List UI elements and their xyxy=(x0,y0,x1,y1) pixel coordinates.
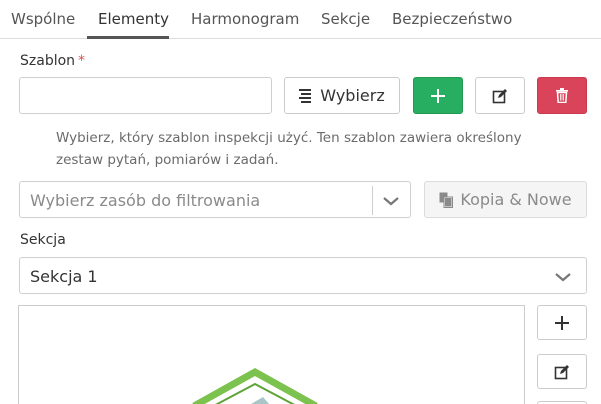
section-select[interactable]: Sekcja 1 xyxy=(19,257,587,294)
list-icon xyxy=(299,88,313,104)
add-item-button[interactable] xyxy=(537,305,587,340)
chevron-down-icon[interactable] xyxy=(382,193,400,207)
add-template-button[interactable] xyxy=(413,77,463,114)
diamond-shape-icon xyxy=(192,367,318,404)
section-select-value: Sekcja 1 xyxy=(30,267,98,286)
edit-icon xyxy=(492,88,508,104)
diagram-canvas[interactable] xyxy=(18,305,525,404)
copy-icon xyxy=(439,192,454,208)
active-tab-indicator xyxy=(87,36,169,39)
tab-harmonogram[interactable]: Harmonogram xyxy=(191,10,299,28)
template-help-text: Wybierz, który szablon inspekcji użyć. T… xyxy=(56,130,522,168)
tab-wspolne[interactable]: Wspólne xyxy=(11,10,75,28)
edit-item-button[interactable] xyxy=(537,354,587,389)
resource-filter-select[interactable]: Wybierz zasób do filtrowania xyxy=(19,181,411,218)
template-label: Szablon * xyxy=(20,53,85,69)
tab-bar: Wspólne Elementy Harmonogram Sekcje Bezp… xyxy=(0,0,601,39)
choose-template-label: Wybierz xyxy=(320,86,385,105)
edit-template-button[interactable] xyxy=(475,77,525,114)
choose-template-button[interactable]: Wybierz xyxy=(284,77,400,114)
tab-elementy[interactable]: Elementy xyxy=(98,10,169,28)
plus-icon xyxy=(555,315,569,330)
tab-bezpieczenstwo[interactable]: Bezpieczeństwo xyxy=(392,10,512,28)
edit-icon xyxy=(554,364,570,380)
tab-sekcje[interactable]: Sekcje xyxy=(321,10,370,28)
select-separator xyxy=(372,186,373,215)
trash-icon xyxy=(556,88,568,103)
plus-icon xyxy=(431,88,445,103)
section-label: Sekcja xyxy=(20,232,66,248)
resource-filter-placeholder: Wybierz zasób do filtrowania xyxy=(30,191,261,210)
template-input[interactable] xyxy=(19,77,272,114)
copy-new-label: Kopia & Nowe xyxy=(460,190,572,209)
copy-new-button[interactable]: Kopia & Nowe xyxy=(424,181,587,218)
required-mark: * xyxy=(78,53,86,69)
chevron-down-icon[interactable] xyxy=(554,269,572,283)
delete-template-button[interactable] xyxy=(537,77,587,114)
template-label-text: Szablon xyxy=(20,53,76,69)
